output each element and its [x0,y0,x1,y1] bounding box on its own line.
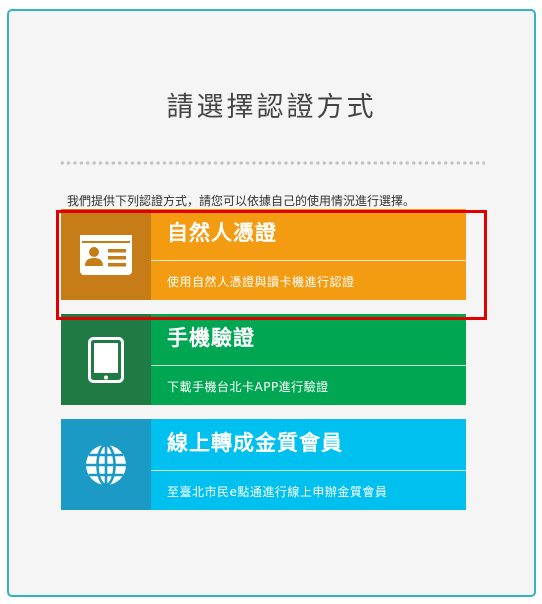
page-title: 請選擇認證方式 [166,92,377,123]
id-card-icon [80,234,132,275]
citizen-certificate-content: 自然人憑證 使用自然人憑證與讀卡機進行認證 [151,209,466,300]
gold-member-content: 線上轉成金質會員 至臺北市民e點通進行線上申辦金質會員 [151,419,466,510]
citizen-certificate-option[interactable]: 自然人憑證 使用自然人憑證與讀卡機進行認證 [61,209,466,300]
option-divider [151,470,466,471]
citizen-certificate-icon-block [61,209,151,300]
option-divider [151,365,466,366]
globe-icon [86,443,126,486]
mobile-verification-option[interactable]: 手機驗證 下載手機台北卡APP進行驗證 [61,314,466,405]
option-description: 下載手機台北卡APP進行驗證 [167,380,329,394]
option-title: 線上轉成金質會員 [167,431,343,455]
mobile-verification-content: 手機驗證 下載手機台北卡APP進行驗證 [151,314,466,405]
gold-member-icon-block [61,419,151,510]
gold-member-option[interactable]: 線上轉成金質會員 至臺北市民e點通進行線上申辦金質會員 [61,419,466,510]
tablet-icon [88,336,124,383]
mobile-verification-icon-block [61,314,151,405]
dotted-divider [59,161,485,165]
option-divider [151,260,466,261]
page-subtitle: 我們提供下列認證方式，請您可以依據自己的使用情況進行選擇。 [67,194,416,208]
option-title: 手機驗證 [167,326,255,350]
option-description: 至臺北市民e點通進行線上申辦金質會員 [167,485,388,499]
option-title: 自然人憑證 [167,221,277,245]
option-description: 使用自然人憑證與讀卡機進行認證 [167,275,355,289]
